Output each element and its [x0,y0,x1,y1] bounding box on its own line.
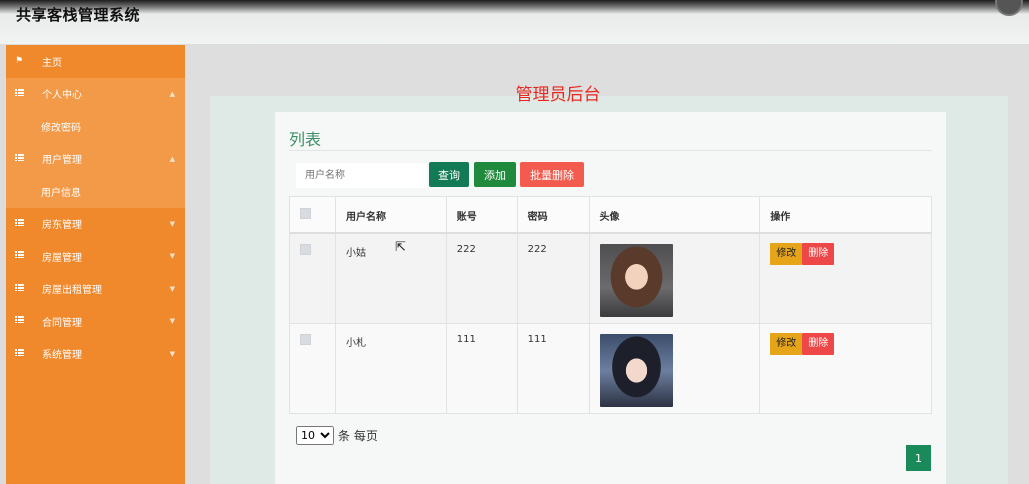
delete-button[interactable]: 删除 [802,242,835,265]
column-header: 操作 [759,196,932,234]
chevron-down-icon: ▼ [169,284,175,293]
sidebar-item-landlord-management[interactable]: 房东管理 ▼ [6,208,185,241]
grid-icon [15,218,24,229]
chevron-up-icon: ▲ [169,89,175,98]
sidebar-item-label: 系统管理 [42,350,82,362]
chevron-down-icon: ▼ [169,349,175,358]
app-title: 共享客栈管理系统 [16,6,141,24]
edit-button[interactable]: 修改 [770,242,803,265]
sidebar-item-label: 合同管理 [42,317,82,329]
table-header-row: 用户名称 账号 密码 头像 操作 [289,196,932,234]
divider [289,150,932,151]
card-title: 列表 [289,130,322,149]
avatar-image [599,334,673,407]
avatar-image [599,243,673,317]
column-header: 密码 [516,196,590,234]
sidebar-item-label: 修改密码 [41,122,81,134]
row-checkbox[interactable] [300,334,311,345]
sidebar-item-contract-management[interactable]: 合同管理 ▼ [6,305,185,338]
select-all-checkbox[interactable] [300,208,311,219]
flag-icon: ⚑ [15,56,24,67]
grid-icon [15,153,24,164]
add-button[interactable]: 添加 [474,162,516,187]
delete-button[interactable]: 删除 [802,333,835,355]
select-all-cell [289,196,336,234]
chevron-down-icon: ▼ [169,317,175,326]
edit-button[interactable]: 修改 [770,333,803,355]
sidebar-item-personal-center[interactable]: 个人中心 ▲ [6,77,185,110]
page-title: 管理员后台 [515,85,601,105]
top-header: 共享客栈管理系统 [0,0,1029,44]
column-header: 头像 [588,196,761,234]
page-size-select[interactable]: 10 [296,426,334,445]
grid-icon [15,348,24,359]
sidebar-item-label: 房屋管理 [42,252,82,264]
sidebar-item-label: 个人中心 [42,90,82,102]
grid-icon [15,283,24,294]
user-avatar-button[interactable] [995,0,1023,16]
sidebar-item-label: 用户信息 [41,187,81,199]
sidebar-item-rental-management[interactable]: 房屋出租管理 ▼ [6,273,185,306]
table-row: 小札 111 111 修改 删除 [289,323,932,414]
avatar-cell [588,323,761,414]
row-select-cell [289,232,336,324]
password-cell: 111 [516,323,590,414]
chevron-up-icon: ▲ [169,154,175,163]
list-card: 列表 查询 添加 批量删除 用户名称 账号 密码 头像 操作 小姑 222 22… [275,112,946,484]
sidebar-item-system-management[interactable]: 系统管理 ▼ [6,338,185,371]
search-input[interactable] [296,163,427,188]
avatar-cell [588,232,761,324]
sidebar: ⚑ 主页 个人中心 ▲ 修改密码 用户管理 ▲ 用户信息 房东管理 ▼ 房屋管理… [6,45,185,484]
sidebar-item-user-management[interactable]: 用户管理 ▲ [6,142,185,175]
sidebar-item-label: 房屋出租管理 [42,285,102,297]
table-row: 小姑 222 222 修改 删除 [289,232,932,324]
page-size-control: 10 条 每页 [296,426,378,445]
row-select-cell [289,323,336,414]
password-cell: 222 [516,232,590,324]
account-cell: 222 [445,232,518,324]
sidebar-item-label: 房东管理 [42,220,82,232]
grid-icon [15,316,24,326]
sidebar-item-label: 用户管理 [42,155,82,167]
sidebar-item-label: 主页 [42,57,62,69]
chevron-down-icon: ▼ [169,219,175,228]
name-cell: 小札 [334,323,447,414]
column-header: 用户名称 [334,196,447,234]
row-checkbox[interactable] [300,243,311,255]
chevron-down-icon: ▼ [169,252,175,261]
actions-cell: 修改 删除 [759,323,932,414]
sidebar-subitem-user-info[interactable]: 用户信息 [6,175,185,208]
column-header: 账号 [445,196,518,234]
sidebar-item-home[interactable]: ⚑ 主页 [6,45,185,78]
sidebar-item-house-management[interactable]: 房屋管理 ▼ [6,240,185,273]
actions-cell: 修改 删除 [759,232,932,324]
grid-icon [15,88,24,99]
mouse-cursor-icon: ⇱ [395,240,406,255]
page-button-current[interactable]: 1 [906,445,931,471]
bulk-delete-button[interactable]: 批量删除 [520,162,584,187]
page-size-label: 条 每页 [338,429,378,443]
grid-icon [15,251,24,261]
search-button[interactable]: 查询 [429,162,469,187]
account-cell: 111 [445,323,518,414]
name-cell: 小姑 [334,232,447,324]
sidebar-subitem-change-password[interactable]: 修改密码 [6,110,185,143]
user-table: 用户名称 账号 密码 头像 操作 小姑 222 222 修改 删除 小札 111… [289,196,932,414]
